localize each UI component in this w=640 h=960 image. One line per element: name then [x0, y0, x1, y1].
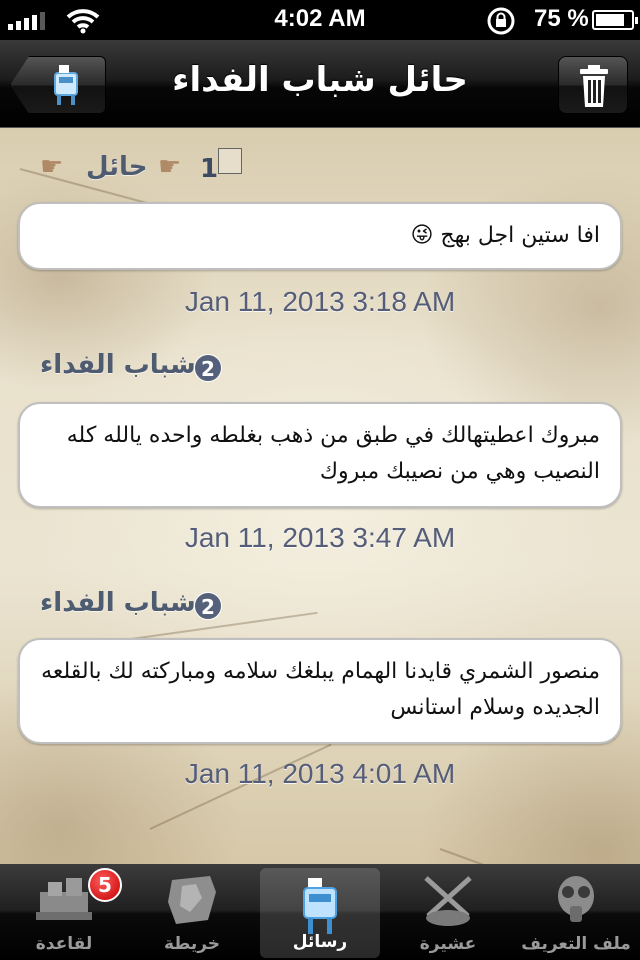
notification-badge: 5: [88, 868, 122, 902]
battery-percent: 75 %: [534, 5, 589, 32]
back-button[interactable]: [10, 56, 106, 114]
status-bar: 4:02 AM 75 %: [0, 0, 640, 40]
battery-icon: [592, 10, 638, 30]
message-text: افا ستين اجل بهج 😜: [410, 223, 600, 248]
message-bubble[interactable]: افا ستين اجل بهج 😜: [18, 202, 622, 270]
mailbox-icon: [303, 878, 337, 934]
tab-label: لقاعدة: [35, 934, 93, 954]
trash-icon: [580, 65, 608, 107]
message-sender-row: شباب الفداء 2: [40, 588, 240, 624]
tab-profile[interactable]: ملف التعريف: [512, 864, 640, 960]
sender-badge: 2: [194, 354, 222, 382]
sender-badge: 2: [194, 592, 222, 620]
message-timestamp: Jan 11, 2013 3:47 AM: [184, 522, 456, 553]
conversation-header: ☛ حائل ☛ 1: [40, 148, 260, 190]
message-sender-row: شباب الفداء 2: [40, 350, 240, 386]
message-timestamp: Jan 11, 2013 3:18 AM: [184, 286, 456, 317]
gas-mask-icon: [558, 876, 594, 922]
page-title: حائل شباب الفداء: [172, 60, 468, 100]
message-text: مبروك اعطيتهالك في طبق من ذهب بغلطه واحد…: [66, 423, 600, 484]
checkbox-icon: [218, 148, 242, 174]
message-bubble[interactable]: مبروك اعطيتهالك في طبق من ذهب بغلطه واحد…: [18, 402, 622, 508]
tab-label: عشيرة: [419, 934, 477, 954]
nav-bar: حائل شباب الفداء: [0, 40, 640, 128]
tab-bar: 5 لقاعدة خريطة رسائل عشيرة ملف التعريف: [0, 864, 640, 960]
delete-button[interactable]: [558, 56, 628, 114]
header-name: حائل: [86, 152, 148, 182]
pointing-hand-icon: ☛: [40, 152, 64, 182]
tab-clan[interactable]: عشيرة: [384, 864, 512, 960]
rotation-lock-icon: [487, 7, 515, 35]
tab-messages[interactable]: رسائل: [260, 868, 380, 958]
tab-map[interactable]: خريطة: [128, 864, 256, 960]
header-number: 1: [200, 154, 219, 184]
map-icon: [168, 876, 216, 924]
sender-name: شباب الفداء: [40, 350, 196, 380]
tab-label: خريطة: [163, 934, 221, 954]
mailbox-icon: [54, 65, 78, 105]
tab-label: رسائل: [292, 932, 348, 952]
message-text: منصور الشمري قايدنا الهمام يبلغك سلامه و…: [41, 659, 600, 720]
message-timestamp: Jan 11, 2013 4:01 AM: [184, 758, 456, 789]
pointing-hand-icon: ☛: [158, 152, 182, 182]
tab-base[interactable]: 5 لقاعدة: [0, 864, 128, 960]
base-icon: [36, 878, 92, 920]
tab-label: ملف التعريف: [521, 934, 631, 954]
sender-name: شباب الفداء: [40, 588, 196, 618]
conversation-view[interactable]: ☛ حائل ☛ 1 افا ستين اجل بهج 😜 Jan 11, 20…: [0, 128, 640, 864]
message-bubble[interactable]: منصور الشمري قايدنا الهمام يبلغك سلامه و…: [18, 638, 622, 744]
crossed-swords-icon: [424, 876, 472, 926]
